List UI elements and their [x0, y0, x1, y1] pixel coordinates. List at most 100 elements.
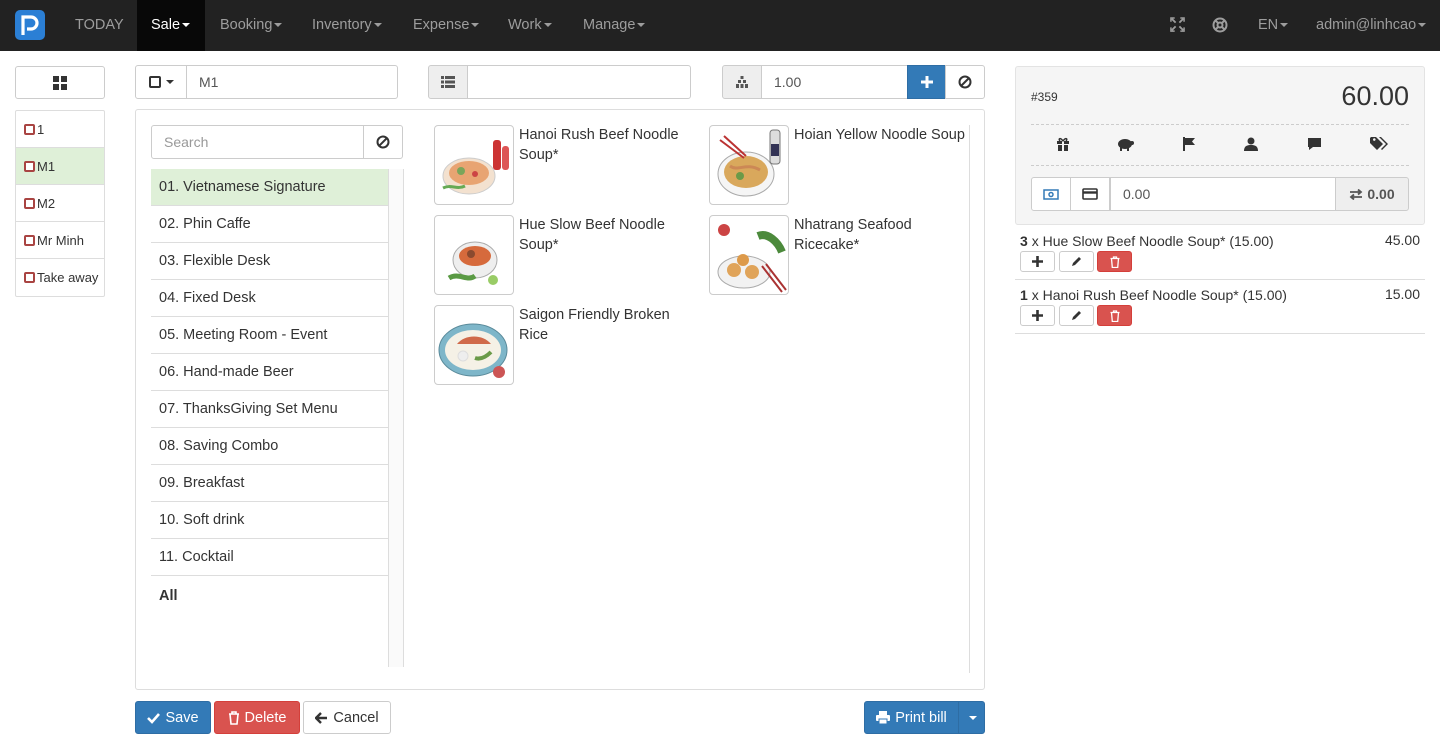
pencil-icon	[1072, 257, 1081, 266]
check-icon	[147, 712, 161, 724]
edit-line-button[interactable]	[1059, 305, 1094, 326]
delete-button[interactable]: Delete	[214, 701, 300, 734]
product-image	[709, 215, 789, 295]
user-menu[interactable]: admin@linhcao	[1302, 0, 1440, 51]
nav-expense[interactable]: Expense	[399, 0, 493, 51]
category-item[interactable]: 10. Soft drink	[151, 502, 388, 539]
edit-line-button[interactable]	[1059, 251, 1094, 272]
product-image	[709, 125, 789, 205]
order-line: 3 x Hue Slow Beef Noodle Soup* (15.00) 4…	[1015, 226, 1425, 280]
nav-booking[interactable]: Booking	[206, 0, 296, 51]
category-item[interactable]: 11. Cocktail	[151, 539, 388, 576]
nav-sale-label: Sale	[151, 17, 181, 33]
category-item-all[interactable]: All	[151, 577, 388, 614]
divider	[1031, 124, 1409, 125]
fullscreen-icon[interactable]	[1170, 17, 1186, 33]
credit-card-icon	[1082, 188, 1098, 200]
list-field[interactable]	[467, 65, 691, 99]
category-item[interactable]: 01. Vietnamese Signature	[151, 169, 388, 206]
trash-icon	[1110, 255, 1119, 268]
cancel-button[interactable]: Cancel	[303, 701, 391, 734]
clear-button[interactable]	[945, 65, 985, 99]
increase-qty-button[interactable]	[1020, 251, 1055, 272]
nav-inventory-label: Inventory	[312, 17, 372, 33]
quantity-field[interactable]: 1.00	[761, 65, 908, 99]
caret-down-icon	[968, 715, 977, 720]
increase-qty-button[interactable]	[1020, 305, 1055, 326]
plus-icon	[1032, 310, 1043, 321]
nav-manage[interactable]: Manage	[569, 0, 659, 51]
table-list: 1 M1 M2 Mr Minh Take away	[15, 110, 105, 297]
order-line-text: 1 x Hanoi Rush Beef Noodle Soup* (15.00)	[1020, 287, 1287, 303]
delete-line-button[interactable]	[1097, 305, 1132, 326]
table-item[interactable]: Mr Minh	[16, 222, 104, 259]
app-logo[interactable]	[15, 10, 45, 40]
print-bill-button[interactable]: Print bill	[864, 701, 959, 734]
nav-today[interactable]: TODAY	[61, 0, 138, 51]
clear-search-button[interactable]	[363, 125, 403, 159]
card-payment-button[interactable]	[1070, 177, 1110, 211]
nav-inventory[interactable]: Inventory	[298, 0, 396, 51]
print-options-toggle[interactable]	[958, 701, 985, 734]
pencil-icon	[1072, 311, 1081, 320]
print-icon	[876, 711, 891, 724]
language-label: EN	[1258, 17, 1279, 33]
table-label: M1	[37, 158, 56, 174]
flag-icon[interactable]	[1182, 137, 1196, 151]
product-card[interactable]: Hanoi Rush Beef Noodle Soup*	[434, 125, 699, 205]
nav-work[interactable]: Work	[494, 0, 566, 51]
product-name: Nhatrang Seafood Ricecake*	[794, 217, 912, 253]
category-item[interactable]: 02. Phin Caffe	[151, 206, 388, 243]
product-name: Hue Slow Beef Noodle Soup*	[519, 217, 665, 253]
table-name-field[interactable]: M1	[186, 65, 398, 99]
table-item[interactable]: M2	[16, 185, 104, 222]
payment-amount-field[interactable]: 0.00	[1110, 177, 1336, 211]
category-item[interactable]: 03. Flexible Desk	[151, 243, 388, 280]
gift-icon[interactable]	[1056, 137, 1070, 151]
customer-icon[interactable]	[1244, 137, 1258, 151]
category-scrollbar[interactable]	[388, 169, 404, 667]
product-card[interactable]: Hoian Yellow Noodle Soup	[709, 125, 974, 205]
table-item[interactable]: 1	[16, 111, 104, 148]
support-icon[interactable]	[1212, 17, 1228, 33]
grid-view-button[interactable]	[15, 66, 105, 99]
add-button[interactable]	[907, 65, 946, 99]
save-label: Save	[165, 709, 199, 726]
category-item[interactable]: 06. Hand-made Beer	[151, 354, 388, 391]
nav-manage-label: Manage	[583, 17, 636, 33]
language-menu[interactable]: EN	[1244, 0, 1302, 51]
search-input[interactable]: Search	[151, 125, 364, 159]
category-item[interactable]: 07. ThanksGiving Set Menu	[151, 391, 388, 428]
product-scrollbar[interactable]	[969, 125, 970, 673]
trash-icon	[1110, 309, 1119, 322]
category-item[interactable]: 04. Fixed Desk	[151, 280, 388, 317]
delete-line-button[interactable]	[1097, 251, 1132, 272]
category-item[interactable]: 05. Meeting Room - Event	[151, 317, 388, 354]
tags-icon[interactable]	[1370, 137, 1388, 151]
table-item[interactable]: M1	[16, 148, 104, 185]
product-card[interactable]: Nhatrang Seafood Ricecake*	[709, 215, 974, 295]
product-image	[434, 215, 514, 295]
exchange-icon	[1349, 188, 1363, 200]
table-label: 1	[37, 121, 45, 137]
product-card[interactable]: Saigon Friendly Broken Rice	[434, 305, 699, 385]
save-button[interactable]: Save	[135, 701, 211, 734]
comment-icon[interactable]	[1307, 137, 1322, 151]
category-item[interactable]: 09. Breakfast	[151, 465, 388, 502]
ban-icon	[376, 135, 390, 149]
nav-sale[interactable]: Sale	[137, 0, 205, 51]
cash-payment-button[interactable]	[1031, 177, 1071, 211]
nav-booking-label: Booking	[220, 17, 273, 33]
square-icon	[148, 76, 161, 88]
table-item[interactable]: Take away	[16, 259, 104, 296]
product-card[interactable]: Hue Slow Beef Noodle Soup*	[434, 215, 699, 295]
grid-icon	[53, 75, 67, 90]
money-icon	[1043, 188, 1059, 200]
category-item[interactable]: 08. Saving Combo	[151, 428, 388, 465]
table-dropdown-button[interactable]	[135, 65, 187, 99]
order-line-qty: 3	[1020, 233, 1028, 249]
bill-number: #359	[1031, 90, 1058, 104]
piggy-bank-icon[interactable]	[1117, 137, 1134, 151]
bill-total: 60.00	[1341, 81, 1409, 111]
order-line-description: x Hue Slow Beef Noodle Soup* (15.00)	[1031, 233, 1274, 249]
